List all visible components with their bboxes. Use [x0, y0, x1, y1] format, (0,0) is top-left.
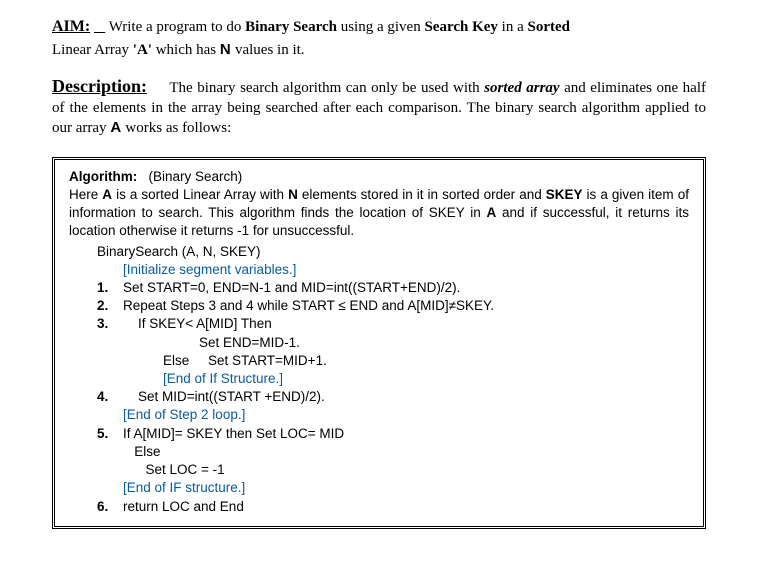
- algorithm-comment-2: [End of If Structure.]: [163, 370, 689, 388]
- algorithm-intro-b: is a sorted Linear Array with: [116, 187, 288, 202]
- aim-line2-mid: which has: [156, 42, 220, 58]
- aim-line2: Linear Array 'A' which has N values in i…: [52, 40, 706, 60]
- aim-section: AIM: Write a program to do Binary Search…: [52, 16, 706, 38]
- step3-else: Else: [163, 353, 189, 368]
- algorithm-intro-A2: A: [487, 205, 497, 220]
- aim-line2-pre: Linear Array: [52, 42, 133, 58]
- aim-bold-1: Binary Search: [245, 19, 337, 35]
- step-number-5: 5.: [97, 425, 123, 443]
- step-number-2: 2.: [97, 297, 123, 315]
- algorithm-title-rest: (Binary Search): [149, 169, 243, 184]
- algorithm-intro-A: A: [102, 187, 112, 202]
- step3-else-row: Else Set START=MID+1.: [163, 352, 689, 370]
- step3-if: If SKEY< A[MID] Then: [138, 316, 272, 331]
- algorithm-title-label: Algorithm:: [69, 169, 137, 184]
- algorithm-step-3: 3. If SKEY< A[MID] Then: [97, 315, 689, 333]
- algorithm-fn: BinarySearch (A, N, SKEY): [97, 243, 689, 261]
- algorithm-step-6: 6. return LOC and End: [97, 498, 689, 516]
- aim-bold-3: Sorted: [528, 19, 571, 35]
- desc-array-A: A: [110, 119, 121, 136]
- step-body-5: If A[MID]= SKEY then Set LOC= MID: [123, 425, 689, 443]
- step-body-4: Set MID=int((START +END)/2).: [123, 388, 689, 406]
- aim-text-2: using a given: [341, 19, 425, 35]
- algorithm-box: Algorithm: (Binary Search) Here A is a s…: [52, 157, 706, 529]
- algorithm-comment-3: [End of Step 2 loop.]: [123, 406, 689, 424]
- step-body-6: return LOC and End: [123, 498, 689, 516]
- description-section: Description: The binary search algorithm…: [52, 74, 706, 139]
- algorithm-intro-SKEY: SKEY: [546, 187, 583, 202]
- algorithm-step-5: 5. If A[MID]= SKEY then Set LOC= MID: [97, 425, 689, 443]
- aim-underpad: [94, 19, 105, 35]
- step4-set: Set MID=int((START +END)/2).: [138, 389, 325, 404]
- step-body-1: Set START=0, END=N-1 and MID=int((START+…: [123, 279, 689, 297]
- aim-bold-2: Search Key: [424, 19, 497, 35]
- desc-sorted-array: sorted array: [484, 80, 559, 96]
- step-number-6: 6.: [97, 498, 123, 516]
- algorithm-intro-a: Here: [69, 187, 102, 202]
- step3-set-start: Set START=MID+1.: [208, 353, 327, 368]
- step-number-4: 4.: [97, 388, 123, 406]
- aim-array-name: 'A': [133, 42, 152, 58]
- step-number-1: 1.: [97, 279, 123, 297]
- step5-else-text: Else: [134, 444, 160, 459]
- algorithm-step-1: 1. Set START=0, END=N-1 and MID=int((STA…: [97, 279, 689, 297]
- step5-setloc-text: Set LOC = -1: [146, 462, 225, 477]
- step-body-3: If SKEY< A[MID] Then: [123, 315, 689, 333]
- aim-text-3: in a: [502, 19, 528, 35]
- step-number-3: 3.: [97, 315, 123, 333]
- algorithm-comment-1: [Initialize segment variables.]: [123, 261, 689, 279]
- algorithm-intro-N: N: [288, 187, 298, 202]
- desc-text-3: works as follows:: [125, 120, 231, 136]
- aim-text-1: Write a program to do: [109, 19, 245, 35]
- algorithm-step-4: 4. Set MID=int((START +END)/2).: [97, 388, 689, 406]
- step-body-2: Repeat Steps 3 and 4 while START ≤ END a…: [123, 297, 689, 315]
- algorithm-comment-4: [End of IF structure.]: [123, 479, 689, 497]
- algorithm-step-2: 2. Repeat Steps 3 and 4 while START ≤ EN…: [97, 297, 689, 315]
- algorithm-intro: Algorithm: (Binary Search) Here A is a s…: [69, 168, 689, 241]
- aim-line2-end: values in it.: [235, 42, 305, 58]
- step5-else: Else: [123, 443, 689, 461]
- aim-label: AIM:: [52, 18, 90, 35]
- desc-text-1: The binary search algorithm can only be …: [169, 80, 484, 96]
- description-label: Description:: [52, 76, 147, 96]
- step3-set-end: Set END=MID-1.: [199, 334, 689, 352]
- algorithm-intro-c: elements stored in it in sorted order an…: [302, 187, 546, 202]
- step5-setloc: Set LOC = -1: [123, 461, 689, 479]
- aim-n: N: [220, 41, 231, 58]
